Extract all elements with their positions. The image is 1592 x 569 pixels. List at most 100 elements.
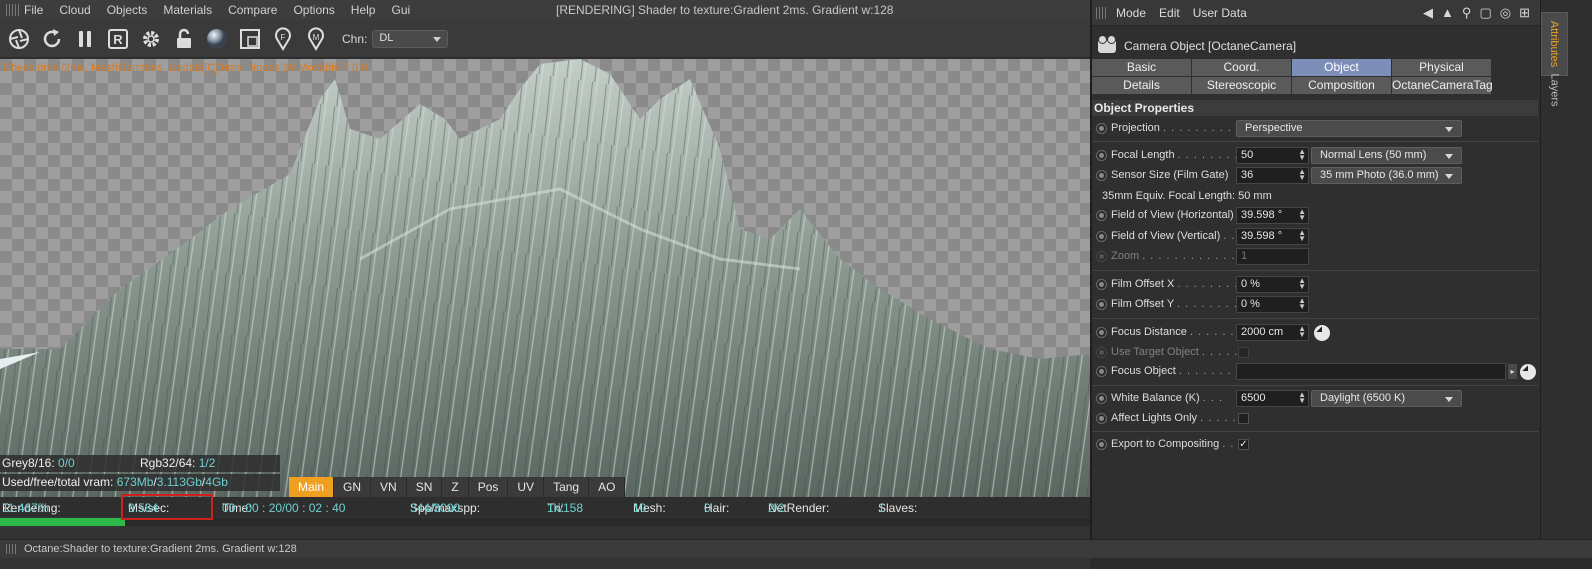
channel-select[interactable]: DL [372,29,449,48]
tab-details[interactable]: Details [1092,77,1191,94]
pass-tab-sn[interactable]: SN [407,477,443,497]
search-icon[interactable]: ⚲ [1462,6,1472,20]
pass-tab-main[interactable]: Main [289,477,335,497]
rgb-group: Rgb32/64: 1/2 [140,455,215,472]
rendering-value: 11.467% [2,501,49,515]
sensor-size-field[interactable]: 36 ▲ ▼ [1236,167,1309,184]
side-tab-layers[interactable]: Layers [1541,68,1568,112]
focus-distance-anim-toggle[interactable] [1096,327,1107,338]
focus-object-anim-toggle[interactable] [1096,366,1107,377]
film-offset-y-field[interactable]: 0 % ▲ ▼ [1236,296,1309,313]
sensor-size-anim-toggle[interactable] [1096,170,1107,181]
focus-distance-field[interactable]: 2000 cm ▲ ▼ [1236,324,1309,341]
texture-count-line: Grey8/16: 0/0 Rgb32/64: 1/2 [0,455,280,472]
new-panel-icon[interactable]: ⊞ [1519,6,1530,20]
export-compositing-label: Export to Compositing . . [1111,438,1234,450]
tab-stereoscopic[interactable]: Stereoscopic [1192,77,1291,94]
focal-length-anim-toggle[interactable] [1096,150,1107,161]
pass-tab-uv[interactable]: UV [508,477,545,497]
menu-file[interactable]: File [24,3,43,17]
refresh-icon[interactable] [37,24,67,54]
focus-object-picker-icon[interactable] [1520,364,1536,380]
menu-user-data[interactable]: User Data [1193,6,1247,20]
target-icon[interactable]: ◎ [1500,6,1511,20]
projection-anim-toggle[interactable] [1096,123,1107,134]
stepper-icon[interactable]: ▲ ▼ [1298,277,1306,291]
footer-grip-icon[interactable] [6,544,18,554]
focus-distance-picker-icon[interactable] [1314,325,1330,341]
stepper-icon[interactable]: ▲ ▼ [1298,325,1306,339]
pass-tab-z[interactable]: Z [442,477,469,497]
region-icon[interactable] [235,24,265,54]
film-offset-y-anim-toggle[interactable] [1096,299,1107,310]
fov-horizontal-anim-toggle[interactable] [1096,210,1107,221]
tab-composition[interactable]: Composition [1292,77,1391,94]
gear-icon[interactable] [136,24,166,54]
focus-object-link-field[interactable] [1236,363,1506,380]
tab-coord[interactable]: Coord. [1192,59,1291,76]
stepper-icon[interactable]: ▲ ▼ [1298,391,1306,405]
lock-icon[interactable]: ▢ [1479,6,1491,20]
pass-tab-vn[interactable]: VN [371,477,407,497]
affect-lights-anim-toggle[interactable] [1096,413,1107,424]
fov-vertical-anim-toggle[interactable] [1096,231,1107,242]
dot-leader: . . . [1202,392,1223,404]
back-arrow-icon[interactable]: ◀ [1423,6,1433,20]
material-pin-icon[interactable]: M [301,24,331,54]
material-ball-icon[interactable] [202,24,232,54]
white-balance-field[interactable]: 6500 ▲ ▼ [1236,390,1309,407]
menu-cloud[interactable]: Cloud [59,3,90,17]
projection-select[interactable]: Perspective [1236,120,1462,137]
menu-objects[interactable]: Objects [107,3,148,17]
pass-tab-pos[interactable]: Pos [469,477,509,497]
tab-physical[interactable]: Physical [1392,59,1491,76]
film-offset-x-field[interactable]: 0 % ▲ ▼ [1236,276,1309,293]
white-balance-preset-select[interactable]: Daylight (6500 K) [1311,390,1462,407]
sensor-size-preset-select[interactable]: 35 mm Photo (36.0 mm) [1311,167,1462,184]
menu-materials[interactable]: Materials [163,3,212,17]
pass-tab-gn[interactable]: GN [334,477,372,497]
focal-length-preset-select[interactable]: Normal Lens (50 mm) [1311,147,1462,164]
stepper-icon[interactable]: ▲ ▼ [1298,168,1306,182]
stepper-icon[interactable]: ▲ ▼ [1298,297,1306,311]
focal-length-value: 50 [1241,149,1254,161]
menu-compare[interactable]: Compare [228,3,277,17]
tab-basic[interactable]: Basic [1092,59,1191,76]
menu-help[interactable]: Help [351,3,376,17]
zoom-field: 1 [1236,248,1309,265]
use-target-label: Use Target Object . . . . . [1111,346,1238,358]
drag-grip-icon[interactable] [6,4,20,16]
lock-icon[interactable] [169,24,199,54]
pass-tab-tang[interactable]: Tang [544,477,590,497]
tab-object[interactable]: Object [1292,59,1391,76]
pause-icon[interactable] [70,24,100,54]
white-balance-anim-toggle[interactable] [1096,393,1107,404]
tab-octanecameratag[interactable]: OctaneCameraTag [1392,77,1493,94]
focus-pin-icon[interactable]: F [268,24,298,54]
fov-vertical-field[interactable]: 39.598 ° ▲ ▼ [1236,228,1309,245]
stepper-icon[interactable]: ▲ ▼ [1298,148,1306,162]
r-icon[interactable]: R [103,24,133,54]
status-footer: Octane:Shader to texture:Gradient 2ms. G… [0,539,1592,558]
stepper-icon[interactable]: ▲ ▼ [1298,229,1306,243]
film-offset-x-anim-toggle[interactable] [1096,279,1107,290]
export-compositing-checkbox[interactable]: ✓ [1238,439,1249,450]
stepper-icon[interactable]: ▲ ▼ [1298,208,1306,222]
up-arrow-icon[interactable]: ▲ [1441,6,1454,20]
menu-gui[interactable]: Gui [391,3,410,17]
menu-options[interactable]: Options [293,3,334,17]
menu-mode[interactable]: Mode [1116,6,1146,20]
menu-edit[interactable]: Edit [1159,6,1180,20]
focal-length-field[interactable]: 50 ▲ ▼ [1236,147,1309,164]
attr-grip-icon[interactable] [1096,6,1108,19]
aperture-icon[interactable] [4,24,34,54]
render-canvas[interactable] [0,59,1090,500]
fov-horizontal-field[interactable]: 39.598 ° ▲ ▼ [1236,207,1309,224]
link-arrow-icon[interactable]: ▸ [1508,364,1517,379]
side-tab-attributes[interactable]: Attributes [1541,12,1568,76]
slaves-value: 1 [878,501,885,515]
affect-lights-checkbox[interactable] [1238,413,1249,424]
export-compositing-anim-toggle[interactable] [1096,439,1107,450]
pass-tab-ao[interactable]: AO [589,477,626,497]
projection-row: Projection . . . . . . . . . . . Perspec… [1092,119,1538,139]
